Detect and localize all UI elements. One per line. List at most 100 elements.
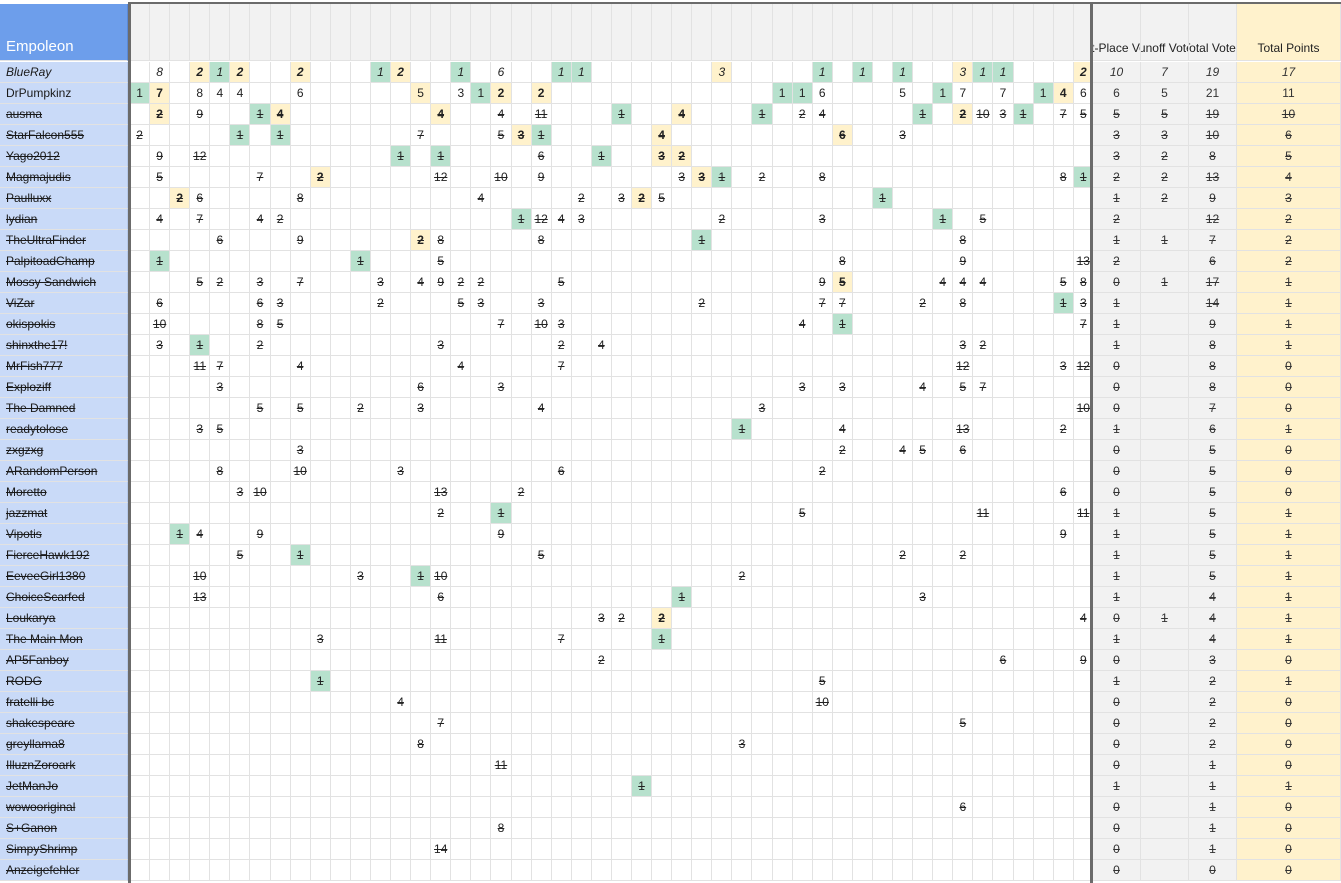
vote-cell[interactable]: 2 xyxy=(652,608,673,629)
vote-cell[interactable] xyxy=(230,671,251,692)
vote-cell[interactable] xyxy=(933,188,954,209)
vote-cell[interactable] xyxy=(310,188,331,209)
vote-cell[interactable] xyxy=(591,104,612,125)
vote-cell[interactable] xyxy=(832,797,853,818)
vote-cell[interactable] xyxy=(250,545,271,566)
vote-cell[interactable] xyxy=(913,146,934,167)
vote-cell[interactable] xyxy=(170,671,191,692)
vote-cell[interactable] xyxy=(150,398,171,419)
vote-cell[interactable] xyxy=(752,524,773,545)
vote-column-header[interactable] xyxy=(993,4,1014,61)
vote-cell[interactable] xyxy=(330,692,351,713)
vote-cell[interactable]: 4 xyxy=(591,335,612,356)
vote-cell[interactable] xyxy=(832,671,853,692)
vote-cell[interactable] xyxy=(591,671,612,692)
vote-cell[interactable] xyxy=(993,251,1014,272)
vote-cell[interactable] xyxy=(672,482,693,503)
vote-cell[interactable] xyxy=(170,209,191,230)
vote-cell[interactable]: 11 xyxy=(973,503,994,524)
vote-cell[interactable] xyxy=(632,797,653,818)
summary-value-cell[interactable]: 0 xyxy=(1237,818,1341,839)
participant-name-cell[interactable]: ARandomPerson xyxy=(0,461,128,482)
vote-cell[interactable] xyxy=(611,398,632,419)
vote-cell[interactable] xyxy=(330,860,351,881)
vote-cell[interactable] xyxy=(310,692,331,713)
vote-cell[interactable] xyxy=(772,734,793,755)
vote-cell[interactable] xyxy=(170,314,191,335)
vote-cell[interactable] xyxy=(170,251,191,272)
vote-cell[interactable] xyxy=(230,419,251,440)
vote-column-header[interactable] xyxy=(270,4,291,61)
vote-cell[interactable] xyxy=(933,62,954,83)
vote-cell[interactable]: 5 xyxy=(150,167,171,188)
vote-cell[interactable] xyxy=(632,545,653,566)
vote-cell[interactable] xyxy=(812,503,833,524)
vote-cell[interactable] xyxy=(531,755,552,776)
vote-cell[interactable] xyxy=(973,419,994,440)
vote-cell[interactable] xyxy=(913,335,934,356)
vote-cell[interactable] xyxy=(913,356,934,377)
vote-cell[interactable]: 3 xyxy=(511,125,532,146)
vote-cell[interactable] xyxy=(913,461,934,482)
vote-cell[interactable] xyxy=(310,377,331,398)
vote-cell[interactable] xyxy=(310,272,331,293)
participant-name-cell[interactable]: S+Ganon xyxy=(0,818,128,839)
vote-cell[interactable] xyxy=(1013,482,1034,503)
vote-cell[interactable] xyxy=(310,818,331,839)
vote-cell[interactable] xyxy=(511,104,532,125)
vote-cell[interactable] xyxy=(872,650,894,671)
vote-cell[interactable] xyxy=(772,797,793,818)
vote-cell[interactable] xyxy=(130,818,151,839)
vote-cell[interactable] xyxy=(913,734,934,755)
vote-cell[interactable] xyxy=(632,377,653,398)
vote-cell[interactable] xyxy=(350,146,371,167)
summary-value-cell[interactable]: 5 xyxy=(1189,545,1237,566)
vote-cell[interactable] xyxy=(893,188,914,209)
vote-cell[interactable] xyxy=(872,797,894,818)
vote-cell[interactable] xyxy=(391,734,412,755)
vote-cell[interactable] xyxy=(250,671,271,692)
vote-cell[interactable] xyxy=(973,293,994,314)
vote-cell[interactable] xyxy=(210,398,231,419)
summary-value-cell[interactable]: 13 xyxy=(1189,167,1237,188)
vote-cell[interactable] xyxy=(290,524,311,545)
vote-cell[interactable] xyxy=(872,335,894,356)
vote-cell[interactable] xyxy=(370,524,392,545)
participant-name-cell[interactable]: BlueRay xyxy=(0,62,128,83)
vote-cell[interactable] xyxy=(491,650,512,671)
summary-value-cell[interactable]: 5 xyxy=(1237,146,1341,167)
vote-cell[interactable] xyxy=(732,650,753,671)
vote-cell[interactable] xyxy=(411,629,432,650)
vote-cell[interactable] xyxy=(611,335,632,356)
vote-cell[interactable] xyxy=(611,377,632,398)
participant-name-cell[interactable]: Moretto xyxy=(0,482,128,503)
vote-cell[interactable] xyxy=(210,209,231,230)
vote-cell[interactable] xyxy=(732,188,753,209)
vote-cell[interactable] xyxy=(752,797,773,818)
vote-cell[interactable]: 2 xyxy=(350,398,371,419)
summary-value-cell[interactable]: 1 xyxy=(1093,587,1141,608)
vote-cell[interactable] xyxy=(491,566,512,587)
vote-cell[interactable] xyxy=(370,671,392,692)
vote-cell[interactable] xyxy=(210,713,231,734)
vote-cell[interactable] xyxy=(872,104,894,125)
vote-cell[interactable] xyxy=(130,482,151,503)
vote-cell[interactable] xyxy=(150,230,171,251)
vote-cell[interactable] xyxy=(270,818,291,839)
vote-cell[interactable] xyxy=(330,608,351,629)
vote-cell[interactable] xyxy=(933,230,954,251)
vote-cell[interactable] xyxy=(812,860,833,881)
vote-cell[interactable]: 2 xyxy=(973,335,994,356)
vote-cell[interactable] xyxy=(411,188,432,209)
vote-cell[interactable] xyxy=(150,671,171,692)
vote-cell[interactable] xyxy=(1053,545,1074,566)
vote-cell[interactable]: 1 xyxy=(913,104,934,125)
vote-cell[interactable] xyxy=(712,251,733,272)
vote-cell[interactable] xyxy=(632,356,653,377)
vote-cell[interactable] xyxy=(491,230,512,251)
vote-cell[interactable] xyxy=(672,734,693,755)
vote-cell[interactable] xyxy=(571,503,592,524)
vote-cell[interactable] xyxy=(290,293,311,314)
vote-cell[interactable] xyxy=(1053,692,1074,713)
vote-cell[interactable] xyxy=(350,545,371,566)
